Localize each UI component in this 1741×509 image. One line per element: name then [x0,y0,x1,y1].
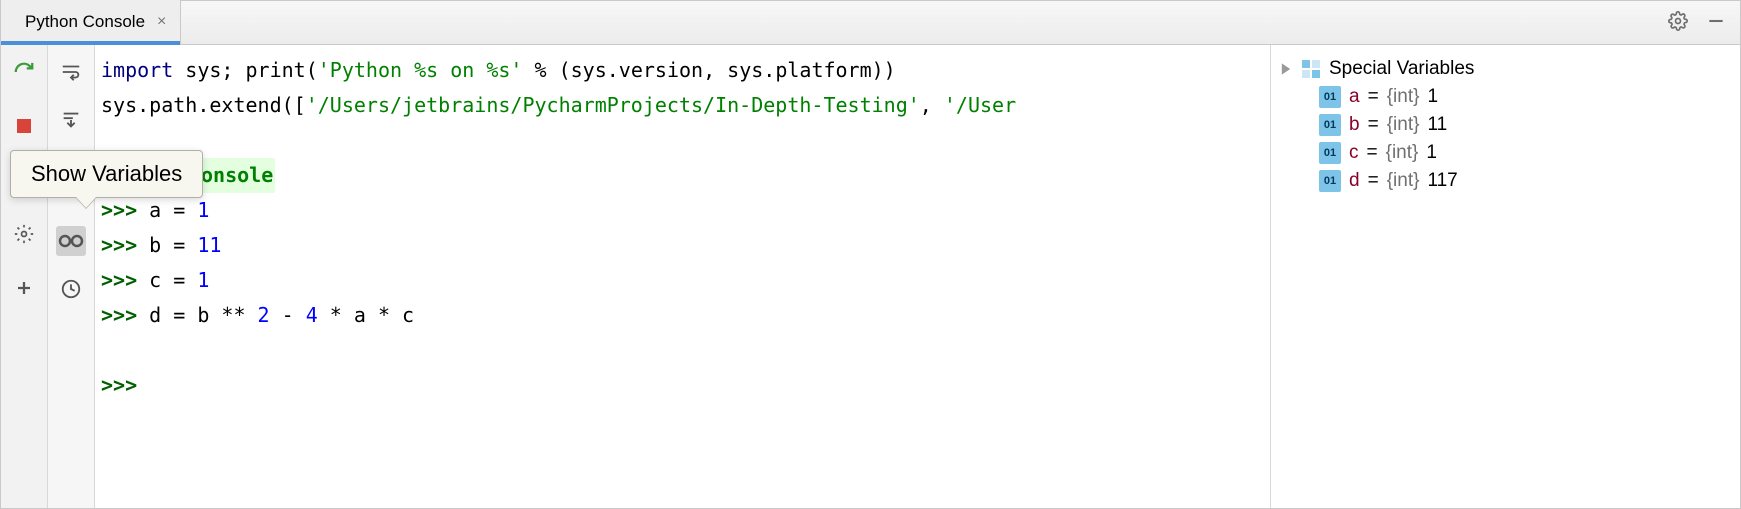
variable-value: 1 [1427,86,1438,108]
console-output[interactable]: import sys; print('Python %s on %s' % (s… [95,45,1270,508]
input-prompt[interactable]: >>> [101,373,149,397]
special-variables-node[interactable]: Special Variables [1279,55,1740,83]
scroll-to-end-button[interactable] [56,105,86,135]
show-variables-tooltip: Show Variables [10,150,203,198]
stop-button[interactable] [9,111,39,141]
prompt: >>> [101,198,137,222]
python-console-tool-window: Python Console × [0,0,1741,509]
variable-name: a [1349,86,1360,108]
tool-window-header: Python Console × [1,1,1740,45]
variable-row[interactable]: 01d = {int} 117 [1279,167,1740,195]
special-variables-label: Special Variables [1329,58,1474,80]
variable-value: 117 [1427,170,1457,192]
int-badge: 01 [1319,86,1341,108]
variable-row[interactable]: 01a = {int} 1 [1279,83,1740,111]
variable-type: {int} [1387,86,1420,108]
tooltip-text: Show Variables [31,161,182,186]
variable-name: b [1349,114,1360,136]
variable-row[interactable]: 01c = {int} 1 [1279,139,1740,167]
variable-type: {int} [1386,142,1419,164]
gear-icon[interactable] [1668,11,1688,34]
int-badge: 01 [1319,142,1341,164]
int-badge: 01 [1319,170,1341,192]
pydev-console-label: onsole [201,163,273,187]
python-console-tab[interactable]: Python Console × [1,0,181,44]
variable-name: c [1349,142,1359,164]
tab-title: Python Console [25,12,145,32]
show-variables-button[interactable] [56,226,86,256]
toolbar-left [1,45,48,508]
expand-icon[interactable] [1279,62,1293,76]
variable-type: {int} [1387,170,1420,192]
keyword: import [101,58,173,82]
group-icon [1301,59,1321,79]
close-tab-icon[interactable]: × [157,13,166,31]
history-button[interactable] [56,274,86,304]
variable-row[interactable]: 01b = {int} 11 [1279,111,1740,139]
soft-wrap-button[interactable] [56,57,86,87]
variable-name: d [1349,170,1360,192]
variable-value: 1 [1426,142,1437,164]
rerun-button[interactable] [9,57,39,87]
new-console-button[interactable] [9,273,39,303]
minimize-icon[interactable] [1706,11,1726,34]
toolbar-secondary [48,45,95,508]
variable-type: {int} [1387,114,1420,136]
variables-panel: Special Variables 01a = {int} 101b = {in… [1270,45,1740,508]
settings-button[interactable] [9,219,39,249]
variable-value: 11 [1427,114,1447,136]
int-badge: 01 [1319,114,1341,136]
